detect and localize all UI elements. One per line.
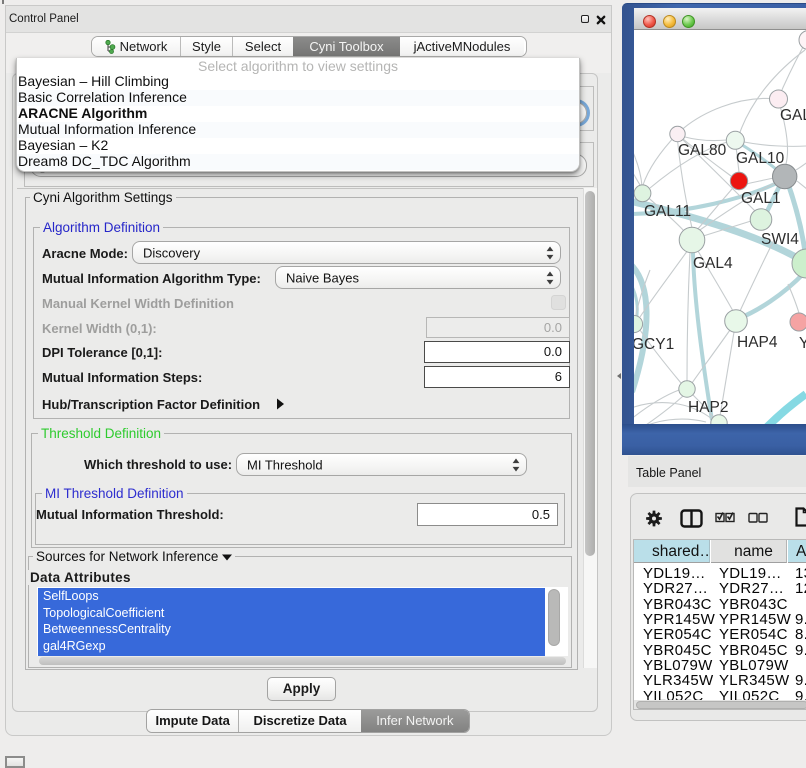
svg-text:SWI4: SWI4 <box>761 231 799 248</box>
svg-text:GAL7: GAL7 <box>780 107 806 124</box>
svg-text:GAL11: GAL11 <box>644 203 691 220</box>
svg-text:GAL10: GAL10 <box>736 150 785 167</box>
svg-text:GAL1: GAL1 <box>741 190 781 207</box>
svg-text:HAP2: HAP2 <box>688 399 729 416</box>
svg-text:GAL80: GAL80 <box>678 142 727 159</box>
svg-text:Y: Y <box>799 335 806 352</box>
svg-text:GAL4: GAL4 <box>693 255 733 272</box>
svg-text:HAP4: HAP4 <box>737 334 778 351</box>
svg-text:GCY1: GCY1 <box>634 336 674 353</box>
